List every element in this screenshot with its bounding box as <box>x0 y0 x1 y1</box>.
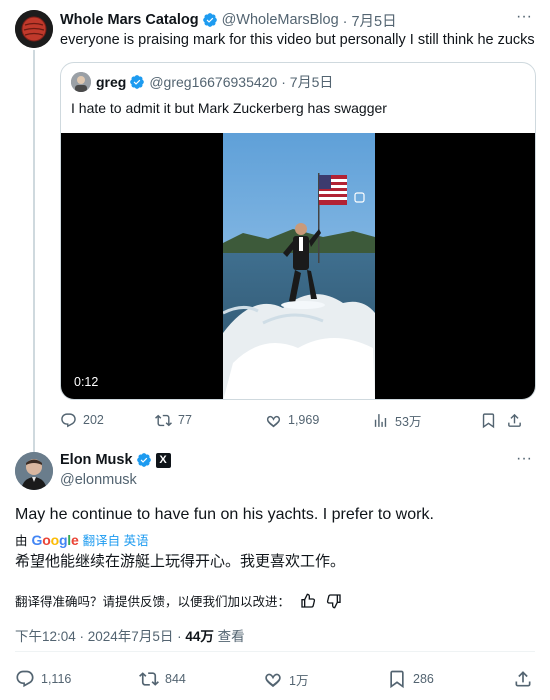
translated-by-prefix: 由 <box>15 534 28 548</box>
avatar[interactable] <box>15 10 53 48</box>
bookmark-count: 286 <box>413 672 434 686</box>
video-thumbnail <box>223 133 375 399</box>
views-icon <box>374 413 387 427</box>
tweet-elon-musk: Elon Musk X ··· @elonmusk May he continu… <box>0 446 550 700</box>
feedback-prompt: 翻译得准确吗？请提供反馈，以便我们加以改进： <box>15 595 291 609</box>
tweet-actions: 1,116 844 1万 286 <box>15 668 539 690</box>
quote-avatar <box>71 72 91 92</box>
views-count: 53万 <box>395 414 422 429</box>
reply-count: 202 <box>83 413 104 427</box>
google-logo-icon: Google <box>31 531 79 548</box>
repost-icon <box>155 414 172 426</box>
timestamp-text[interactable]: 下午12:04 · 2024年7月5日 · <box>15 629 185 644</box>
reply-button[interactable]: 202 <box>60 412 155 429</box>
bookmark-button[interactable] <box>480 412 506 429</box>
translation-attribution: 由 Google 翻译自 英语 <box>15 530 149 549</box>
video-duration: 0:12 <box>74 375 99 389</box>
views-button[interactable]: 53万 <box>372 411 480 430</box>
reply-button[interactable]: 1,116 <box>15 669 139 689</box>
video-player[interactable]: 0:12 <box>61 133 535 399</box>
more-icon[interactable]: ··· <box>514 9 534 28</box>
repost-button[interactable]: 844 <box>139 669 263 689</box>
reply-icon <box>16 670 34 688</box>
reply-icon <box>61 412 76 427</box>
thumbs-down-icon[interactable] <box>326 593 342 609</box>
reply-count: 1,116 <box>41 672 72 686</box>
quote-text: I hate to admit it but Mark Zuckerberg h… <box>71 100 387 116</box>
heart-icon <box>265 673 281 688</box>
tweet-text: everyone is praising mark for this video… <box>60 32 535 48</box>
bookmark-button[interactable]: 286 <box>387 669 513 689</box>
quote-handle: @greg16676935420 <box>149 74 278 90</box>
x-affiliate-icon[interactable]: X <box>155 452 171 468</box>
views-total: 44万 <box>185 629 214 644</box>
avatar[interactable] <box>15 452 53 490</box>
like-count: 1,969 <box>288 413 320 427</box>
verified-badge-icon <box>130 75 145 89</box>
user-handle[interactable]: @elonmusk <box>60 472 137 488</box>
tweet-text: May he continue to have fun on his yacht… <box>15 506 434 523</box>
translation-text: 希望他能继续在游艇上玩得开心。我更喜欢工作。 <box>15 553 346 570</box>
quote-date: · 7月5日 <box>281 74 334 90</box>
share-button[interactable] <box>513 669 535 689</box>
like-button[interactable]: 1,969 <box>265 412 372 429</box>
verified-badge-icon <box>202 13 217 27</box>
more-icon[interactable]: ··· <box>514 451 534 470</box>
share-button[interactable] <box>506 412 526 429</box>
quote-header: greg @greg16676935420 · 7月5日 <box>71 72 333 92</box>
display-name[interactable]: Whole Mars Catalog <box>60 12 199 28</box>
repost-count: 77 <box>178 413 192 427</box>
tweet-header: Elon Musk X <box>60 452 171 468</box>
tweet-header: Whole Mars Catalog @WholeMarsBlog · 7月5日 <box>60 10 397 30</box>
bookmark-icon <box>390 670 404 689</box>
repost-icon <box>139 672 159 686</box>
user-handle[interactable]: @WholeMarsBlog <box>222 12 339 28</box>
repost-button[interactable]: 77 <box>155 412 265 429</box>
like-count: 1万 <box>289 673 309 688</box>
bookmark-icon <box>482 412 495 428</box>
like-button[interactable]: 1万 <box>263 669 387 689</box>
thumbs-up-icon[interactable] <box>300 593 316 609</box>
heart-icon <box>266 415 281 427</box>
thread-line <box>33 50 35 452</box>
views-label: 查看 <box>213 629 245 644</box>
display-name[interactable]: Elon Musk <box>60 452 133 468</box>
quote-display-name: greg <box>96 74 127 90</box>
translated-from-link[interactable]: 翻译自 英语 <box>83 530 149 549</box>
quoted-tweet[interactable]: greg @greg16676935420 · 7月5日 I hate to a… <box>60 62 536 400</box>
translation-feedback: 翻译得准确吗？请提供反馈，以便我们加以改进： <box>15 591 342 610</box>
divider <box>15 651 535 652</box>
tweet-whole-mars: Whole Mars Catalog @WholeMarsBlog · 7月5日… <box>0 0 550 452</box>
tweet-actions: 202 77 1,969 53万 <box>60 410 538 430</box>
share-icon <box>515 671 531 687</box>
repost-count: 844 <box>165 672 186 686</box>
tweet-date[interactable]: · 7月5日 <box>343 10 397 31</box>
share-icon <box>508 413 521 427</box>
verified-badge-icon <box>136 453 151 467</box>
tweet-timestamp: 下午12:04 · 2024年7月5日 · 44万 查看 <box>15 625 245 645</box>
